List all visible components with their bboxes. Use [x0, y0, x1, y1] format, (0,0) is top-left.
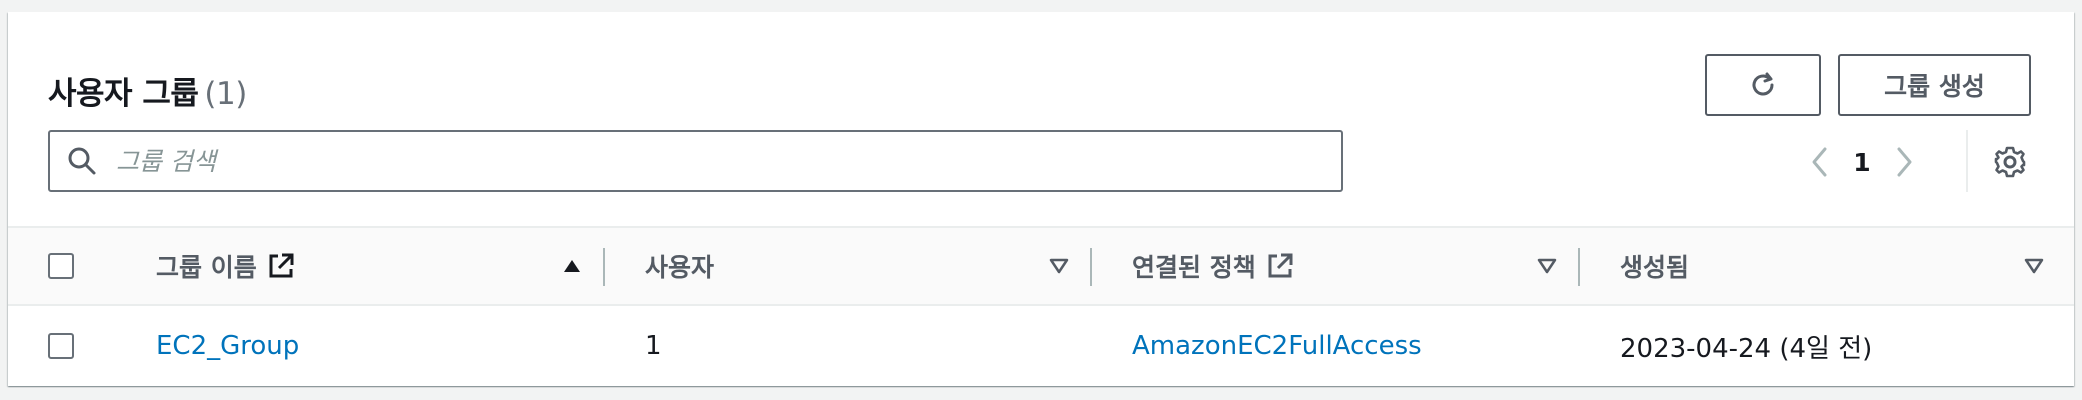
search-icon	[50, 146, 114, 176]
row-checkbox[interactable]	[48, 333, 74, 359]
table-header: 그룹 이름 사용자 연결된 정책 생성됨	[8, 226, 2074, 306]
cell-users: 1	[645, 331, 662, 361]
column-label: 사용자	[645, 253, 715, 282]
chevron-left-icon[interactable]	[1798, 140, 1842, 184]
column-resizer[interactable]	[1578, 248, 1580, 286]
pagination-divider	[1966, 130, 1968, 192]
column-label: 연결된 정책	[1132, 253, 1256, 282]
user-groups-panel: 사용자 그룹(1) 그룹 생성 1	[8, 12, 2074, 386]
column-header-policies[interactable]: 연결된 정책	[1132, 228, 1294, 304]
column-header-created[interactable]: 생성됨	[1620, 228, 1689, 304]
select-all-checkbox[interactable]	[48, 253, 74, 279]
pagination: 1	[1798, 140, 1926, 184]
refresh-icon	[1752, 72, 1774, 96]
column-header-users[interactable]: 사용자	[645, 228, 714, 304]
cell-group-name: EC2_Group	[156, 306, 299, 386]
table-row: EC2_Group 1 AmazonEC2FullAccess 2023-04-…	[8, 306, 2074, 386]
group-name-link[interactable]: EC2_Group	[156, 331, 299, 361]
group-count: (1)	[204, 76, 247, 112]
cell-created: 2023-04-24 (4일 전)	[1620, 333, 1873, 364]
sort-icon[interactable]	[2020, 252, 2048, 280]
create-group-button[interactable]: 그룹 생성	[1838, 54, 2031, 116]
column-resizer[interactable]	[603, 248, 605, 286]
page-title: 사용자 그룹 (1)	[48, 68, 247, 113]
external-link-icon[interactable]	[267, 252, 295, 280]
sort-icon[interactable]	[1533, 252, 1561, 280]
search-input[interactable]	[114, 145, 1341, 177]
page-title-text: 사용자 그룹	[48, 76, 199, 112]
sort-icon[interactable]	[1045, 252, 1073, 280]
page-number[interactable]: 1	[1842, 148, 1882, 177]
cell-policies: AmazonEC2FullAccess	[1132, 306, 1422, 386]
column-label: 그룹 이름	[156, 253, 257, 282]
search-box[interactable]	[48, 130, 1343, 192]
chevron-right-icon[interactable]	[1882, 140, 1926, 184]
external-link-icon[interactable]	[1266, 252, 1294, 280]
gear-icon[interactable]	[1990, 142, 2030, 182]
sort-ascending-icon[interactable]	[558, 252, 586, 280]
refresh-button[interactable]	[1705, 54, 1821, 116]
column-resizer[interactable]	[1090, 248, 1092, 286]
column-header-group-name[interactable]: 그룹 이름	[156, 228, 295, 304]
policy-link[interactable]: AmazonEC2FullAccess	[1132, 331, 1422, 361]
column-label: 생성됨	[1620, 253, 1690, 282]
